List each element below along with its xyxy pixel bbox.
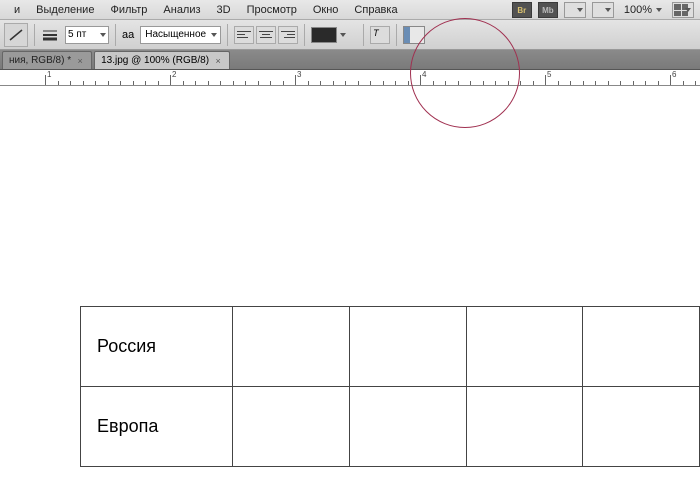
screen-mode-dropdown[interactable] — [592, 2, 614, 18]
menu-help[interactable]: Справка — [346, 2, 405, 18]
canvas-area[interactable]: Россия Европа — [0, 86, 700, 500]
weight-icon — [41, 28, 59, 42]
table-row: Европа — [81, 387, 700, 467]
bridge-button[interactable]: Br — [512, 2, 532, 18]
table-cell[interactable] — [350, 307, 467, 387]
menu-select[interactable]: Выделение — [28, 2, 102, 18]
close-icon[interactable]: × — [75, 56, 85, 66]
menu-edit-frag[interactable]: и — [6, 2, 28, 18]
menu-3d[interactable]: 3D — [209, 2, 239, 18]
zoom-level[interactable]: 100% — [620, 4, 666, 16]
document-tab-active[interactable]: 13.jpg @ 100% (RGB/8) × — [94, 51, 230, 69]
content-table: Россия Европа — [80, 306, 700, 467]
menu-filter[interactable]: Фильтр — [102, 2, 155, 18]
horizontal-ruler[interactable]: 123456 — [0, 70, 700, 86]
minibridge-button[interactable]: Mb — [538, 2, 558, 18]
tool-preset-picker[interactable] — [4, 23, 28, 47]
view-extras-dropdown[interactable] — [564, 2, 586, 18]
table-cell[interactable] — [233, 307, 350, 387]
close-icon[interactable]: × — [213, 56, 223, 66]
table-cell[interactable] — [350, 387, 467, 467]
document-tab-bar: ния, RGB/8) * × 13.jpg @ 100% (RGB/8) × — [0, 50, 700, 70]
options-bar: 5 пт aa Насыщенное — [0, 20, 700, 50]
text-color-swatch[interactable] — [311, 27, 337, 43]
menu-window[interactable]: Окно — [305, 2, 347, 18]
align-left-button[interactable] — [234, 26, 254, 44]
align-center-button[interactable] — [256, 26, 276, 44]
antialias-label: aa — [122, 29, 134, 41]
document-tab-inactive[interactable]: ния, RGB/8) * × — [2, 51, 92, 69]
table-cell[interactable]: Европа — [81, 387, 233, 467]
menu-analysis[interactable]: Анализ — [155, 2, 208, 18]
warp-text-button[interactable] — [370, 26, 390, 44]
stroke-weight-field[interactable]: 5 пт — [65, 26, 109, 44]
line-tool-icon — [8, 28, 24, 42]
table-cell[interactable]: Россия — [81, 307, 233, 387]
tab-label: 13.jpg @ 100% (RGB/8) — [101, 55, 209, 66]
antialias-select[interactable]: Насыщенное — [140, 26, 221, 44]
table-cell[interactable] — [466, 387, 583, 467]
arrange-docs-dropdown[interactable] — [672, 2, 694, 18]
menu-bar: и Выделение Фильтр Анализ 3D Просмотр Ок… — [0, 0, 700, 20]
align-right-button[interactable] — [278, 26, 298, 44]
table-row: Россия — [81, 307, 700, 387]
character-panel-toggle[interactable] — [403, 26, 425, 44]
table-cell[interactable] — [466, 307, 583, 387]
table-cell[interactable] — [233, 387, 350, 467]
tab-label: ния, RGB/8) * — [9, 55, 71, 66]
table-cell[interactable] — [583, 307, 700, 387]
menu-view[interactable]: Просмотр — [239, 2, 305, 18]
text-align-group — [234, 26, 298, 44]
table-cell[interactable] — [583, 387, 700, 467]
